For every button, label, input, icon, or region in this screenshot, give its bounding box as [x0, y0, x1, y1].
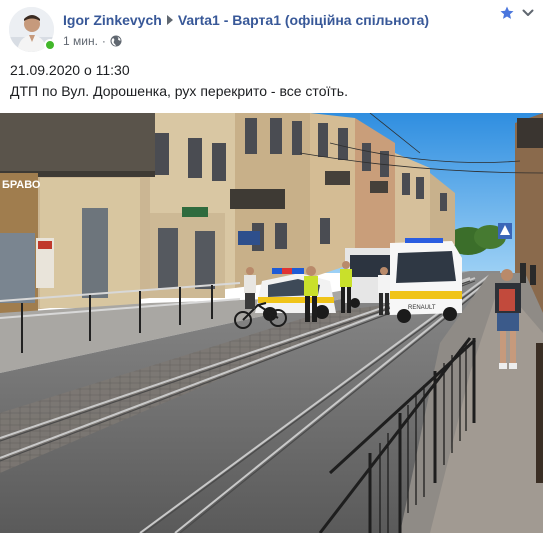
star-icon[interactable] — [500, 6, 514, 20]
post-header: Igor Zinkevych Varta1 - Варта1 (офіційна … — [0, 0, 543, 58]
author-name-link[interactable]: Igor Zinkevych — [63, 12, 162, 28]
arrow-right-icon — [166, 15, 173, 25]
storefront-sign: БРАВО — [2, 179, 41, 191]
post-meta: 1 мин. · — [63, 33, 122, 49]
chevron-down-icon[interactable] — [522, 8, 534, 18]
separator-dot: · — [101, 34, 106, 48]
post-author-line: Igor Zinkevych Varta1 - Варта1 (офіційна … — [63, 11, 429, 29]
group-name-link[interactable]: Varta1 - Варта1 (офіційна спільнота) — [178, 12, 429, 28]
post-text: 21.09.2020 о 11:30 ДТП по Вул. Дорошенка… — [10, 60, 348, 102]
globe-icon[interactable] — [110, 35, 122, 47]
ambulance-label: RENAULT — [408, 305, 436, 311]
lamp-post — [536, 343, 543, 483]
post-photo[interactable]: БРАВО RENAULT — [0, 113, 543, 533]
post-text-line-body: ДТП по Вул. Дорошенка, рух перекрито - в… — [10, 83, 348, 99]
street-photo: БРАВО RENAULT — [0, 113, 543, 533]
post-text-line-date: 21.09.2020 о 11:30 — [10, 62, 130, 78]
online-status-dot — [44, 39, 56, 51]
ambulance: RENAULT — [390, 238, 462, 323]
post-timestamp[interactable]: 1 мин. — [63, 34, 98, 48]
